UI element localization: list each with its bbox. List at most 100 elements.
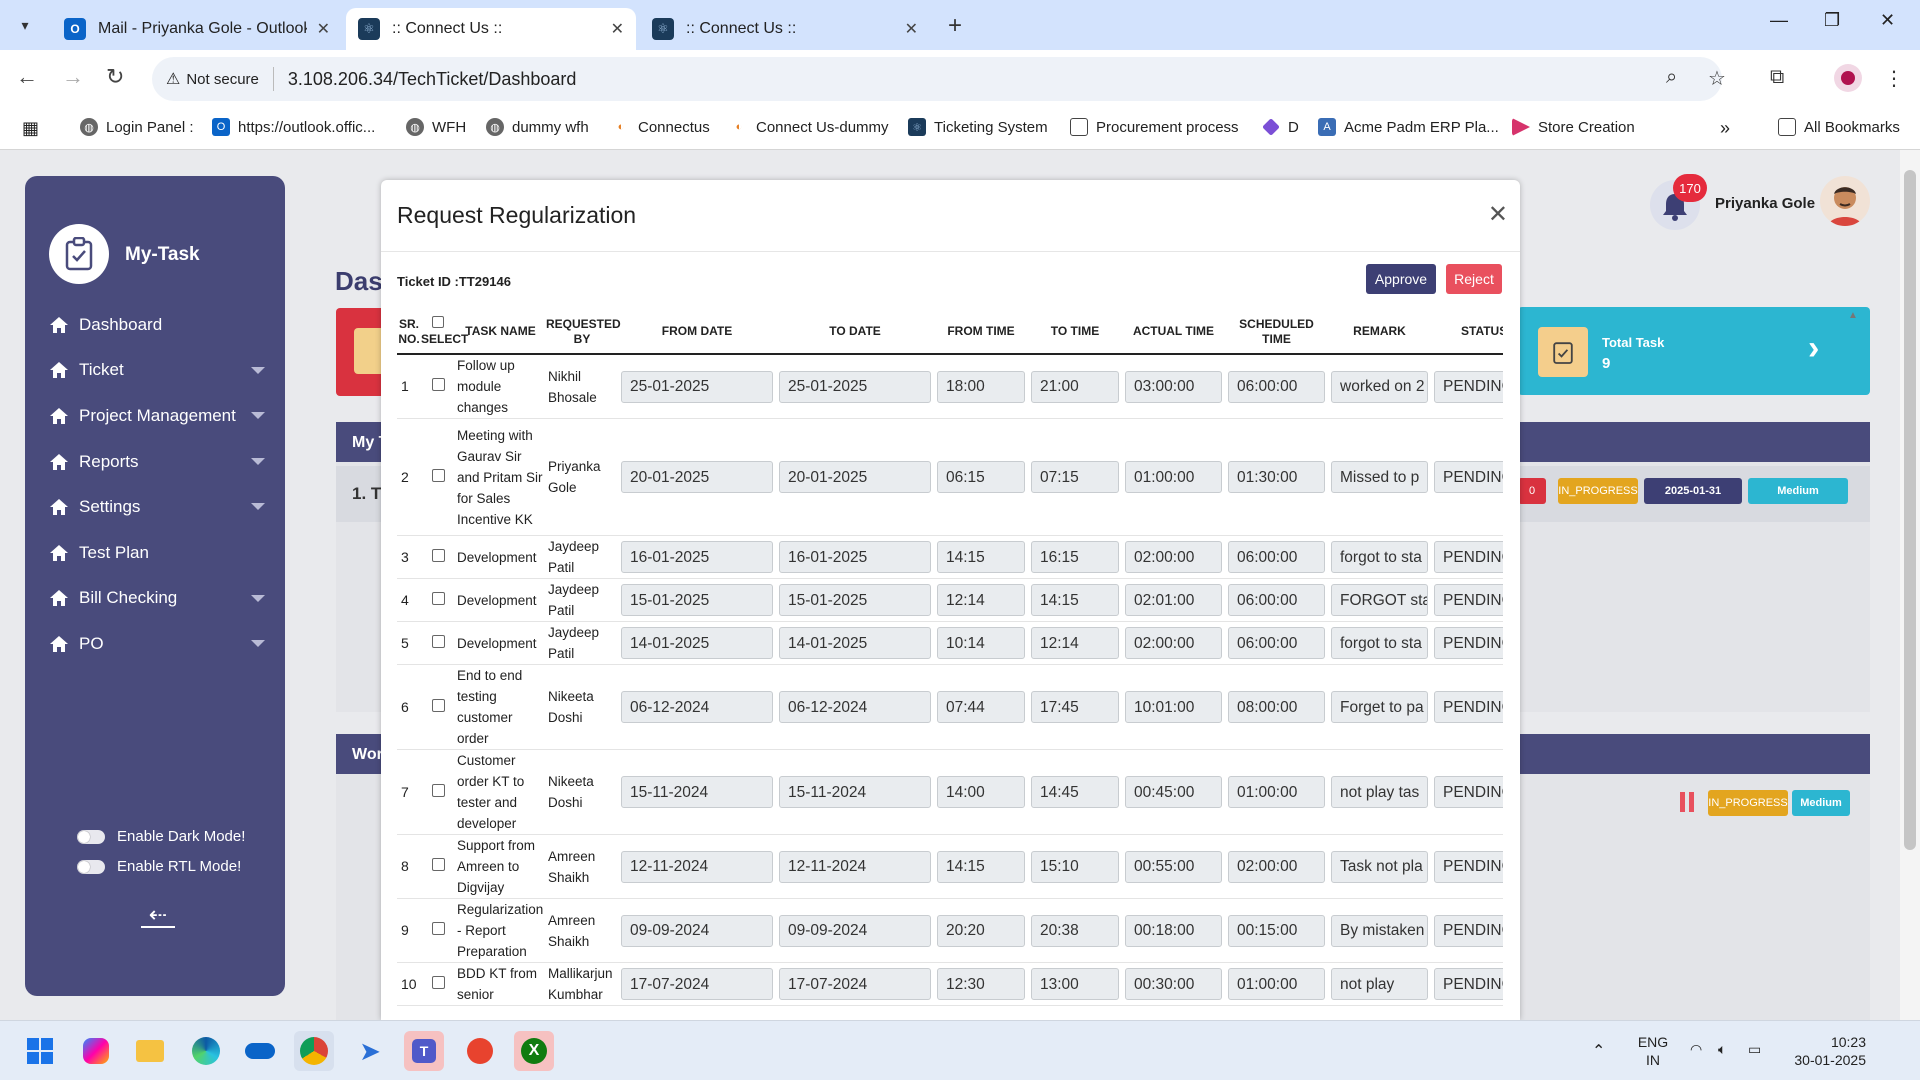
remark-field[interactable]: FORGOT sta — [1331, 584, 1428, 616]
xbox-icon[interactable]: X — [514, 1031, 554, 1071]
language-indicator[interactable]: ENG IN — [1636, 1033, 1670, 1069]
bookmark-procurement-process[interactable]: Procurement process — [1070, 118, 1239, 136]
sidebar-item-test-plan[interactable]: Test Plan — [49, 530, 269, 576]
tab-outlook[interactable]: O Mail - Priyanka Gole - Outlook ✕ — [52, 8, 342, 50]
chrome-icon[interactable] — [294, 1031, 334, 1071]
to-date-field[interactable]: 15-01-2025 — [779, 584, 931, 616]
from-time-field[interactable]: 20:20 — [937, 914, 1025, 947]
from-time-field[interactable]: 07:44 — [937, 691, 1025, 723]
to-time-field[interactable]: 14:15 — [1031, 584, 1119, 616]
sidebar-item-reports[interactable]: Reports — [49, 439, 269, 485]
select-all-checkbox[interactable] — [432, 316, 444, 328]
sidebar-item-settings[interactable]: Settings — [49, 484, 269, 530]
row-select-checkbox[interactable] — [431, 698, 445, 712]
from-date-field[interactable]: 15-01-2025 — [621, 584, 773, 616]
new-tab-plus-icon[interactable]: + — [948, 12, 962, 40]
caret-down-icon[interactable] — [251, 594, 265, 602]
to-date-field[interactable]: 20-01-2025 — [779, 461, 931, 493]
from-date-field[interactable]: 25-01-2025 — [621, 370, 773, 403]
chevron-up-icon[interactable]: ⌃ — [1592, 1041, 1605, 1061]
table-row[interactable]: 6 End to end testing customer order Nikeet… — [397, 664, 1503, 750]
bookmark-store-creation[interactable]: Store Creation — [1512, 118, 1635, 136]
edge-browser-icon[interactable] — [186, 1031, 226, 1071]
table-row[interactable]: 4 Development Jaydeep Patil 15-01-2025 15-01… — [397, 578, 1503, 622]
sidebar-item-bill-checking[interactable]: Bill Checking — [49, 576, 269, 622]
avatar[interactable] — [1820, 176, 1870, 226]
row-select-checkbox[interactable] — [431, 378, 445, 391]
from-time-field[interactable]: 06:15 — [937, 461, 1025, 493]
reload-icon[interactable]: ↻ — [106, 64, 124, 90]
close-icon[interactable]: ✕ — [905, 19, 918, 39]
remark-field[interactable]: not play — [1331, 968, 1428, 1000]
minimize-icon[interactable]: — — [1770, 10, 1788, 31]
collapse-sidebar-arrow-icon[interactable]: ⇠ — [141, 904, 175, 928]
bookmark-connectus[interactable]: ◐ Connectus — [612, 118, 710, 136]
tab-connect-us[interactable]: ⚛ :: Connect Us :: ✕ — [640, 8, 930, 50]
rtl-mode-toggle[interactable] — [77, 859, 105, 874]
table-row[interactable]: 7 Customer order KT to tester and develop… — [397, 749, 1503, 835]
row-select-checkbox[interactable] — [431, 548, 445, 562]
table-row[interactable]: 3 Development Jaydeep Patil 16-01-2025 16-01… — [397, 535, 1503, 579]
to-time-field[interactable]: 20:38 — [1031, 914, 1119, 947]
table-row[interactable]: 5 Development Jaydeep Patil 14-01-2025 14-01… — [397, 621, 1503, 665]
extensions-puzzle-icon[interactable]: ⧉ — [1770, 66, 1784, 89]
to-date-field[interactable]: 17-07-2024 — [779, 968, 931, 1000]
all-bookmarks[interactable]: All Bookmarks — [1778, 118, 1900, 136]
table-row[interactable]: 2 Meeting with Gaurav Sir and Pritam Sir … — [397, 418, 1503, 536]
row-select-checkbox[interactable] — [431, 975, 445, 989]
to-time-field[interactable]: 21:00 — [1031, 370, 1119, 403]
from-time-field[interactable]: 14:00 — [937, 776, 1025, 808]
reject-button[interactable]: Reject — [1446, 264, 1502, 294]
bookmark-wfh[interactable]: ◍ WFH — [406, 118, 466, 136]
from-date-field[interactable]: 06-12-2024 — [621, 691, 773, 723]
from-time-field[interactable]: 12:30 — [937, 968, 1025, 1000]
bookmark-login-panel[interactable]: ◍ Login Panel : — [80, 118, 194, 136]
to-date-field[interactable]: 09-09-2024 — [779, 914, 931, 947]
to-time-field[interactable]: 14:45 — [1031, 776, 1119, 808]
bookmark-acme-padm-erp[interactable]: A Acme Padm ERP Pla... — [1318, 118, 1499, 136]
tab-connect-us-active[interactable]: ⚛ :: Connect Us :: ✕ — [346, 8, 636, 50]
sidebar-item-dashboard[interactable]: Dashboard — [49, 302, 269, 348]
remark-field[interactable]: forgot to sta — [1331, 627, 1428, 659]
to-date-field[interactable]: 06-12-2024 — [779, 691, 931, 723]
clock[interactable]: 10:23 30-01-2025 — [1786, 1033, 1866, 1069]
regularization-table-wrap[interactable]: SR. NO. SELECT TASK NAME REQUESTED BY FR… — [397, 310, 1503, 1020]
total-task-card[interactable]: Total Task 9 › — [1518, 307, 1870, 395]
close-icon[interactable]: ✕ — [317, 19, 330, 39]
approve-button[interactable]: Approve — [1366, 264, 1436, 294]
to-time-field[interactable]: 07:15 — [1031, 461, 1119, 493]
from-date-field[interactable]: 17-07-2024 — [621, 968, 773, 1000]
from-date-field[interactable]: 14-01-2025 — [621, 627, 773, 659]
dark-mode-toggle[interactable] — [77, 829, 105, 844]
modal-scrollbar[interactable]: ▲ — [1848, 310, 1860, 870]
to-time-field[interactable]: 17:45 — [1031, 691, 1119, 723]
zoom-magnifier-icon[interactable]: ⌕ — [1666, 66, 1677, 89]
bookmark-dummy-wfh[interactable]: ◍ dummy wfh — [486, 118, 589, 136]
url-text[interactable]: 3.108.206.34/TechTicket/Dashboard — [288, 69, 577, 90]
pause-icon[interactable] — [1680, 792, 1696, 812]
pointer-app-icon[interactable]: ➤ — [350, 1031, 390, 1071]
caret-down-icon[interactable] — [251, 366, 265, 374]
table-row[interactable]: 9 Regularization - Report Preparation Amre… — [397, 898, 1503, 963]
to-time-field[interactable]: 16:15 — [1031, 541, 1119, 573]
copilot-icon[interactable] — [76, 1031, 116, 1071]
chevron-right-icon[interactable]: › — [1808, 329, 1819, 368]
row-select-checkbox[interactable] — [431, 591, 445, 605]
bookmark-ticketing-system[interactable]: ⚛ Ticketing System — [908, 118, 1048, 136]
not-secure-label[interactable]: Not secure — [186, 71, 259, 88]
row-select-checkbox[interactable] — [431, 858, 445, 871]
caret-down-icon[interactable] — [251, 412, 265, 420]
remark-field[interactable]: not play tas — [1331, 776, 1428, 808]
to-date-field[interactable]: 12-11-2024 — [779, 850, 931, 883]
page-scrollbar-thumb[interactable] — [1904, 170, 1916, 850]
from-time-field[interactable]: 14:15 — [937, 541, 1025, 573]
to-date-field[interactable]: 15-11-2024 — [779, 776, 931, 808]
brand-title[interactable]: My-Task — [125, 244, 200, 266]
remark-field[interactable]: forgot to sta — [1331, 541, 1428, 573]
from-date-field[interactable]: 15-11-2024 — [621, 776, 773, 808]
remark-field[interactable]: Task not pla — [1331, 850, 1428, 883]
from-time-field[interactable]: 10:14 — [937, 627, 1025, 659]
page-scrollbar[interactable] — [1900, 150, 1920, 1020]
bookmark-connect-us-dummy[interactable]: ◐ Connect Us-dummy — [730, 118, 889, 136]
window-close-icon[interactable]: ✕ — [1880, 10, 1895, 31]
